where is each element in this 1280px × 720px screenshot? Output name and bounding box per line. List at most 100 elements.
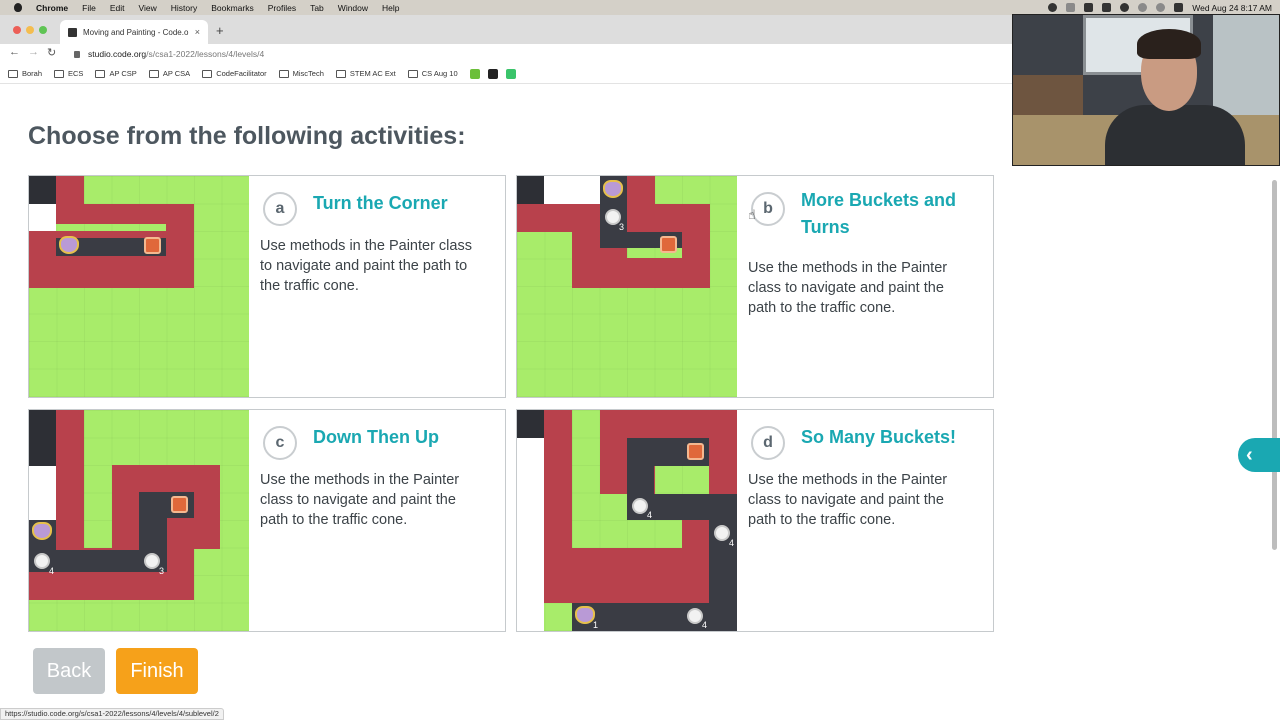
painter-icon xyxy=(603,180,623,198)
activity-desc-c: Use the methods in the Painter class to … xyxy=(260,472,460,528)
painter-icon xyxy=(59,236,79,254)
play-icon[interactable] xyxy=(1120,3,1130,12)
bookmark-ap-csp[interactable]: AP CSP xyxy=(95,69,137,78)
status-url-bar: https://studio.code.org/s/csa1-2022/less… xyxy=(0,708,224,720)
bookmark-ecs[interactable]: ECS xyxy=(54,69,83,78)
bucket-count: 1 xyxy=(593,620,599,630)
activity-letter-a: a xyxy=(263,192,297,226)
url-path: /s/csa1-2022/lessons/4/levels/4 xyxy=(146,49,265,59)
traffic-cone-icon xyxy=(171,496,188,513)
menu-history[interactable]: History xyxy=(171,3,197,13)
folder-icon xyxy=(54,69,65,78)
url-host: studio.code.org xyxy=(88,49,147,59)
activity-card-c[interactable]: 4 3 c Down Then Up Use the methods in th… xyxy=(28,409,506,632)
back-nav-icon[interactable]: ← xyxy=(9,46,20,58)
activity-title-c[interactable]: Down Then Up xyxy=(313,424,439,451)
painter-icon xyxy=(32,522,52,540)
menu-tab[interactable]: Tab xyxy=(310,3,324,13)
folder-icon xyxy=(148,69,159,78)
lock-icon[interactable] xyxy=(74,50,80,58)
bookmark-label: Borah xyxy=(22,69,43,78)
bookmark-label: ECS xyxy=(68,69,84,78)
bucket-count: 4 xyxy=(647,510,653,520)
bookmark-codefacilitator[interactable]: CodeFacilitator xyxy=(202,69,267,78)
menu-view[interactable]: View xyxy=(138,3,156,13)
bookmark-misctech[interactable]: MiscTech xyxy=(278,69,324,78)
menu-edit[interactable]: Edit xyxy=(110,3,125,13)
wifi-icon[interactable] xyxy=(1138,3,1148,12)
webcam-overlay xyxy=(1012,14,1280,166)
new-tab-button[interactable]: + xyxy=(216,23,224,38)
side-panel-toggle-button[interactable]: ‹ xyxy=(1238,438,1280,472)
record-icon[interactable] xyxy=(1048,3,1058,12)
paint-bucket-icon xyxy=(687,608,703,624)
bucket-count: 4 xyxy=(49,566,55,576)
activity-title-a[interactable]: Turn the Corner xyxy=(313,190,448,217)
menu-window[interactable]: Window xyxy=(338,3,368,13)
level-thumbnail-d: 4 4 4 1 xyxy=(517,410,737,631)
bookmark-c-icon[interactable] xyxy=(505,68,516,79)
activity-title-d[interactable]: So Many Buckets! xyxy=(801,424,956,451)
bucket-count: 4 xyxy=(702,620,708,630)
back-button[interactable]: Back xyxy=(33,648,105,694)
folder-icon xyxy=(407,69,418,78)
folder-icon xyxy=(95,69,106,78)
bookmark-label: STEM AC Ext xyxy=(349,69,396,78)
status-icons: Wed Aug 24 8:17 AM xyxy=(1048,0,1272,15)
zoom-window-icon[interactable] xyxy=(39,26,47,34)
close-window-icon[interactable] xyxy=(13,26,21,34)
activity-card-d[interactable]: 4 4 4 1 d So Many Buckets! Use the metho… xyxy=(516,409,994,632)
folder-icon xyxy=(202,69,213,78)
finish-button[interactable]: Finish xyxy=(116,648,198,694)
painter-icon xyxy=(575,606,595,624)
menu-help[interactable]: Help xyxy=(382,3,399,13)
traffic-cone-icon xyxy=(660,236,677,253)
bookmark-green-icon[interactable] xyxy=(469,68,480,79)
presenter-body xyxy=(1105,105,1245,165)
url-field[interactable]: studio.code.org/s/csa1-2022/lessons/4/le… xyxy=(62,46,1012,62)
search-icon[interactable] xyxy=(1156,3,1166,12)
menu-bookmarks[interactable]: Bookmarks xyxy=(211,3,254,13)
paint-bucket-icon xyxy=(714,525,730,541)
audio-icon[interactable] xyxy=(1102,3,1112,12)
menu-chrome[interactable]: Chrome xyxy=(36,3,68,13)
paint-bucket-icon xyxy=(144,553,160,569)
bucket-count: 3 xyxy=(619,222,625,232)
level-thumbnail-a xyxy=(29,176,249,397)
bookmark-borah[interactable]: Borah xyxy=(8,69,42,78)
bookmark-cs-aug-10[interactable]: CS Aug 10 xyxy=(407,69,458,78)
activity-title-b[interactable]: More Buckets and Turns xyxy=(801,187,956,241)
macos-menu-bar: Chrome File Edit View History Bookmarks … xyxy=(0,0,1280,15)
forward-nav-icon[interactable]: → xyxy=(28,46,39,58)
menu-file[interactable]: File xyxy=(82,3,96,13)
apple-icon[interactable] xyxy=(14,3,22,12)
level-thumbnail-c: 4 3 xyxy=(29,410,249,631)
traffic-cone-icon xyxy=(144,237,161,254)
control-center-icon[interactable] xyxy=(1174,3,1184,12)
folder-icon xyxy=(335,69,346,78)
minimize-window-icon[interactable] xyxy=(26,26,34,34)
reload-icon[interactable]: ↻ xyxy=(47,46,56,59)
menu-profiles[interactable]: Profiles xyxy=(268,3,296,13)
tab-close-icon[interactable]: × xyxy=(195,27,200,37)
bookmark-label: CodeFacilitator xyxy=(216,69,267,78)
cloud-icon[interactable] xyxy=(1066,3,1076,12)
level-thumbnail-b: 3 xyxy=(517,176,737,397)
bookmark-label: MiscTech xyxy=(292,69,324,78)
paint-bucket-icon xyxy=(34,553,50,569)
activity-desc-b: Use the methods in the Painter class to … xyxy=(748,260,948,316)
menu-clock[interactable]: Wed Aug 24 8:17 AM xyxy=(1192,3,1272,13)
page-scrollbar[interactable] xyxy=(1272,180,1277,550)
tab-title: Moving and Painting - Code.o xyxy=(83,27,189,37)
bookmark-stem-ac-ext[interactable]: STEM AC Ext xyxy=(335,69,396,78)
bucket-count: 4 xyxy=(729,538,735,548)
activity-card-a[interactable]: a Turn the Corner Use methods in the Pai… xyxy=(28,175,506,398)
paint-bucket-icon xyxy=(632,498,648,514)
traffic-cone-icon xyxy=(687,443,704,460)
tab-moving-and-painting[interactable]: Moving and Painting - Code.o × xyxy=(60,20,208,44)
folder-icon[interactable] xyxy=(1084,3,1094,12)
hand-cursor-icon: ☝ xyxy=(748,208,756,223)
bookmark-ap-csa[interactable]: AP CSA xyxy=(148,69,190,78)
bookmark-qr-icon[interactable] xyxy=(487,68,498,79)
folder-icon xyxy=(278,69,289,78)
